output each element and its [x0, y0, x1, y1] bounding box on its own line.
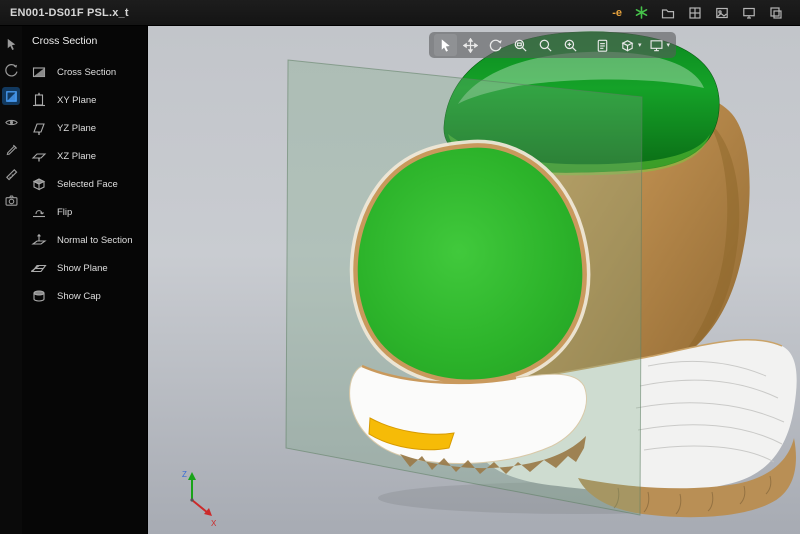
- panel-item-label: Cross Section: [57, 67, 116, 78]
- shading-dropdown-caret[interactable]: ▾: [638, 41, 642, 49]
- zoom-window-icon[interactable]: [509, 34, 532, 56]
- monitor-icon[interactable]: [741, 5, 757, 21]
- panel-item-label: XZ Plane: [57, 151, 96, 162]
- rotate-icon[interactable]: [484, 34, 507, 56]
- orbit-tool-icon[interactable]: [2, 61, 20, 79]
- select-cursor-icon[interactable]: [434, 34, 457, 56]
- select-tool-icon[interactable]: [2, 35, 20, 53]
- viewport-toolbar: ▾ ▾: [429, 32, 676, 58]
- panel-item-label: Show Plane: [57, 263, 108, 274]
- panel-item-xz-plane[interactable]: XZ Plane: [22, 142, 147, 170]
- titlebar-icons: -e: [612, 5, 800, 21]
- cross-section-icon: [30, 63, 48, 81]
- cross-section-panel: Cross Section Cross Section XY Plane YZ …: [22, 26, 148, 534]
- zoom-plus-icon[interactable]: [559, 34, 582, 56]
- display-dropdown-caret[interactable]: ▾: [667, 41, 671, 49]
- main-body: Cross Section Cross Section XY Plane YZ …: [0, 26, 800, 534]
- panel-item-flip[interactable]: Flip: [22, 198, 147, 226]
- zoom-icon[interactable]: [534, 34, 557, 56]
- axis-x-label: X: [211, 519, 217, 528]
- cross-section-cap[interactable]: [350, 148, 587, 474]
- visibility-tool-icon[interactable]: [2, 113, 20, 131]
- measure-tool-icon[interactable]: [2, 165, 20, 183]
- panel-item-cross-section[interactable]: Cross Section: [22, 58, 147, 86]
- display-menu-icon[interactable]: [645, 34, 668, 56]
- left-toolbar: [0, 26, 22, 534]
- show-plane-icon: [30, 259, 48, 277]
- scene-3d[interactable]: Z X: [148, 26, 800, 534]
- shading-menu-icon[interactable]: [616, 34, 639, 56]
- window-title: EN001-DS01F PSL.x_t: [10, 7, 129, 19]
- section-tool-icon[interactable]: [2, 87, 20, 105]
- panel-item-label: Flip: [57, 207, 72, 218]
- panel-item-yz-plane[interactable]: YZ Plane: [22, 114, 147, 142]
- capture-tool-icon[interactable]: [2, 191, 20, 209]
- clipboard-icon[interactable]: [591, 34, 614, 56]
- orange-e-icon[interactable]: -e: [612, 7, 622, 19]
- panel-item-show-plane[interactable]: Show Plane: [22, 254, 147, 282]
- panel-item-normal-to-section[interactable]: Normal to Section: [22, 226, 147, 254]
- grid-icon[interactable]: [687, 5, 703, 21]
- yz-plane-icon: [30, 119, 48, 137]
- xz-plane-icon: [30, 147, 48, 165]
- plugin-green-icon[interactable]: [633, 5, 649, 21]
- panel-item-label: XY Plane: [57, 95, 96, 106]
- folder-icon[interactable]: [660, 5, 676, 21]
- panel-item-xy-plane[interactable]: XY Plane: [22, 86, 147, 114]
- panel-item-show-cap[interactable]: Show Cap: [22, 282, 147, 310]
- image-icon[interactable]: [714, 5, 730, 21]
- normal-to-section-icon: [30, 231, 48, 249]
- annotate-tool-icon[interactable]: [2, 139, 20, 157]
- pan-icon[interactable]: [459, 34, 482, 56]
- panel-item-label: YZ Plane: [57, 123, 96, 134]
- axis-z-label: Z: [182, 470, 187, 479]
- flip-icon: [30, 203, 48, 221]
- application-window: EN001-DS01F PSL.x_t -e: [0, 0, 800, 534]
- selected-face-icon: [30, 175, 48, 193]
- show-cap-icon: [30, 287, 48, 305]
- xy-plane-icon: [30, 91, 48, 109]
- panel-item-label: Normal to Section: [57, 235, 133, 246]
- titlebar: EN001-DS01F PSL.x_t -e: [0, 0, 800, 26]
- viewport-3d[interactable]: Z X: [148, 26, 800, 534]
- panel-item-selected-face[interactable]: Selected Face: [22, 170, 147, 198]
- display-icon[interactable]: [768, 5, 784, 21]
- panel-item-label: Selected Face: [57, 179, 118, 190]
- panel-title: Cross Section: [22, 26, 147, 58]
- panel-item-label: Show Cap: [57, 291, 101, 302]
